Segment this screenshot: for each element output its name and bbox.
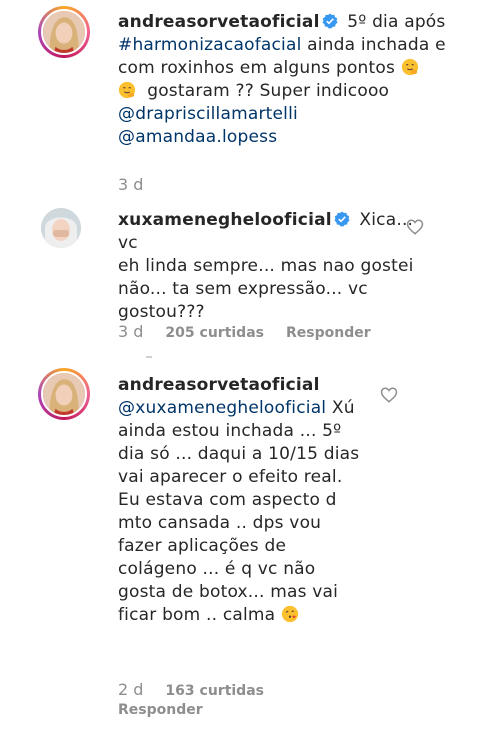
comment-text: gostaram ?? Super indicooo [147,81,390,101]
avatar[interactable] [38,368,90,420]
comment-text: ainda inchada e [307,35,446,55]
comment-text: fazer aplicações de [118,536,287,556]
comment-2: xuxameneghelooficial Xica... vc eh linda… [0,200,480,360]
avatar-photo [41,208,81,248]
hashtag-link[interactable]: #harmonizacaofacial [118,35,302,55]
comment-meta: Responder [118,702,203,718]
comment-time[interactable]: 3 d [118,322,143,341]
comment-text: gosta de botox... mas vai [118,582,339,602]
comment-meta: 3 d 205 curtidas Responder [118,322,371,341]
comment-text: não... ta sem expressão... vc [118,279,368,299]
kissing-face-icon [281,605,299,623]
comment-meta: 2 d 163 curtidas [118,680,264,699]
mention-link[interactable]: @amandaa.lopess [118,127,277,147]
comment-text: gostou??? [118,302,205,322]
comment-text: mto cansada .. dps vou [118,513,322,533]
comment-text: vai aparecer o efeito real. [118,467,343,487]
comment-username[interactable]: andreasorvetaoficial [118,375,320,395]
avatar-photo [43,373,85,415]
heart-outline-icon[interactable] [406,218,424,236]
comment-text: eh linda sempre... mas nao gostei [118,256,414,276]
avatar[interactable] [41,208,81,248]
smiling-face-hand-icon [118,81,136,99]
avatar-photo [43,11,85,53]
comment-text: com roxinhos em alguns pontos [118,58,396,78]
comment-body: xuxameneghelooficial Xica... vc eh linda… [118,209,418,324]
comment-time[interactable]: 3 d [118,175,143,194]
heart-outline-icon[interactable] [380,386,398,404]
likes-count[interactable]: 163 curtidas [165,683,264,699]
avatar[interactable] [38,6,90,58]
verified-badge-icon [322,13,338,29]
comment-text: dia só ... daqui a 10/15 dias [118,444,360,464]
comment-text: ainda estou inchada ... 5º [118,421,342,441]
comments-thread: andreasorvetaoficial 5º dia após #harmon… [0,0,480,752]
comment-time[interactable]: 2 d [118,680,143,699]
comment-body: andreasorvetaoficial 5º dia após #harmon… [118,11,458,149]
comment-3: andreasorvetaoficial @xuxamenegheloofici… [0,362,480,752]
mention-link[interactable]: @drapriscillamartelli [118,104,298,124]
comment-text: Eu estava com aspecto d [118,490,337,510]
comment-text: ficar bom .. calma [118,605,276,625]
comment-username[interactable]: andreasorvetaoficial [118,12,320,32]
smiling-face-hand-icon [401,58,418,76]
mention-link[interactable]: @xuxameneghelooficial [118,398,326,418]
divider [146,356,152,358]
comment-username[interactable]: xuxameneghelooficial [118,210,332,230]
likes-count[interactable]: 205 curtidas [165,325,264,341]
comment-meta: 3 d [118,175,165,194]
reply-button[interactable]: Responder [118,702,203,718]
comment-text: 5º dia após [347,12,446,32]
reply-button[interactable]: Responder [286,325,371,341]
comment-1: andreasorvetaoficial 5º dia após #harmon… [0,0,480,200]
comment-text: Xú [331,398,355,418]
verified-badge-icon [334,211,350,227]
comment-body: andreasorvetaoficial @xuxamenegheloofici… [118,374,388,627]
comment-text: colágeno ... é q vc não [118,559,316,579]
